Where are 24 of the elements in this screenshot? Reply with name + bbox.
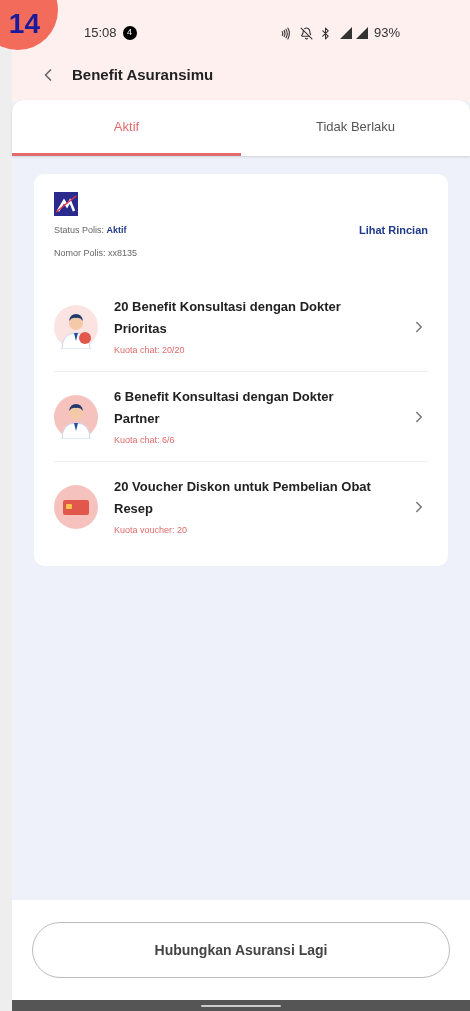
benefit-item[interactable]: 6 Benefit Konsultasi dengan Dokter Partner Kuota chat: 6/6 (54, 372, 428, 462)
bell-muted-icon (299, 26, 313, 40)
policy-number: Nomor Polis: xx8135 (54, 246, 139, 260)
benefit-quota: Kuota chat: 6/6 (114, 433, 176, 447)
annotation-badge: 14 (0, 0, 58, 50)
page-title: Benefit Asuransimu (72, 64, 214, 85)
benefit-title: 20 Voucher Diskon untuk Pembelian Obat Resep (114, 478, 372, 519)
policy-status: Status Polis: Aktif (54, 223, 127, 237)
signal-icon (339, 27, 370, 39)
notification-count: 4 (122, 26, 137, 40)
insurer-logo (54, 192, 78, 216)
status-time: 15:08 (84, 24, 117, 43)
doctor-icon (54, 394, 98, 439)
discount-card-icon (54, 485, 98, 529)
benefit-title: 20 Benefit Konsultasi dengan Dokter Prioritas (114, 297, 342, 338)
benefit-quota: Kuota voucher: 20 (114, 524, 189, 538)
benefit-title: 6 Benefit Konsultasi dengan Dokter Partner (114, 387, 335, 428)
benefit-item[interactable]: 20 Voucher Diskon untuk Pembelian Obat Resep Kuota voucher: 20 (54, 462, 428, 552)
benefit-item[interactable]: 20 Benefit Konsultasi dengan Dokter Prioritas Kuota chat: 20/20 (54, 282, 428, 372)
tab[interactable]: Tidak Berlaku (241, 100, 470, 156)
details-link[interactable]: Lihat Rincian (358, 222, 428, 239)
doctor-with-badge-icon (54, 304, 98, 349)
battery-level: 93% (373, 24, 400, 43)
benefit-quota: Kuota chat: 20/20 (114, 343, 186, 357)
